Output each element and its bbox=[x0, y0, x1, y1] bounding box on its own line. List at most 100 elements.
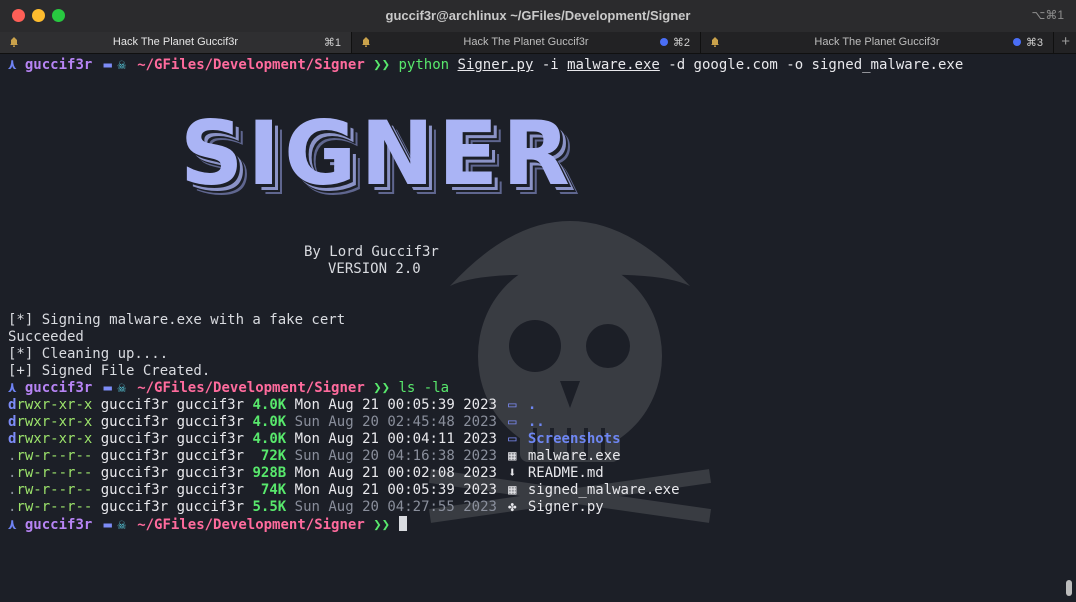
owner: guccif3r bbox=[100, 448, 169, 464]
folder-icon: ▭ bbox=[508, 414, 517, 430]
prompt-line-1: ⋏ guccif3r ▬ ☠ ~/GFiles/Development/Signe… bbox=[8, 57, 963, 74]
activity-dot-icon bbox=[1013, 38, 1021, 46]
tab-2-label: Hack The Planet Guccif3r bbox=[463, 36, 589, 48]
listing-row: drwxr-xr-x guccif3r guccif3r 4.0K Mon Au… bbox=[8, 397, 536, 414]
tab-bar: Hack The Planet Guccif3r ⌘1 Hack The Pla… bbox=[0, 32, 1076, 54]
scrollbar-thumb[interactable] bbox=[1066, 580, 1072, 596]
file-name[interactable]: .. bbox=[528, 414, 545, 430]
file-size: 4.0K bbox=[252, 414, 287, 430]
file-size: 4.0K bbox=[252, 397, 287, 413]
owner: guccif3r bbox=[100, 397, 169, 413]
prompt-user: guccif3r bbox=[24, 57, 93, 73]
modified-date: Mon Aug 21 00:04:11 2023 bbox=[294, 431, 497, 447]
listing-row: .rw-r--r-- guccif3r guccif3r 74K Mon Aug… bbox=[8, 482, 680, 499]
output-line-2: Succeeded bbox=[8, 329, 84, 345]
owner: guccif3r bbox=[100, 465, 169, 481]
skull-icon: ☠ bbox=[117, 57, 126, 73]
banner-version: VERSION 2.0 bbox=[328, 261, 421, 277]
prompt-arrows: ❯❯ bbox=[373, 57, 391, 73]
permissions: rw-r--r-- bbox=[16, 499, 93, 515]
file-name[interactable]: . bbox=[528, 397, 536, 413]
folder-open-icon: ▬ bbox=[103, 517, 112, 533]
folder-icon: ▭ bbox=[508, 431, 517, 447]
prompt-line-3[interactable]: ⋏ guccif3r ▬ ☠ ~/GFiles/Development/Signe… bbox=[8, 516, 407, 533]
permissions: rwxr-xr-x bbox=[16, 414, 93, 430]
skull-icon: ☠ bbox=[117, 380, 126, 396]
modified-date: Sun Aug 20 04:27:55 2023 bbox=[294, 499, 497, 515]
prompt-path: ~/GFiles/Development/Signer bbox=[137, 380, 365, 396]
permissions: rwxr-xr-x bbox=[16, 397, 93, 413]
modified-date: Sun Aug 20 02:45:48 2023 bbox=[294, 414, 497, 430]
output-line-1: [*] Signing malware.exe with a fake cert bbox=[8, 312, 346, 328]
file-name[interactable]: README.md bbox=[528, 465, 604, 481]
command-args: -d google.com -o signed_malware.exe bbox=[668, 57, 964, 73]
group: guccif3r bbox=[176, 499, 245, 515]
prompt-arrows: ❯❯ bbox=[373, 380, 391, 396]
file-size: 74K bbox=[260, 482, 287, 498]
prompt-path: ~/GFiles/Development/Signer bbox=[137, 517, 365, 533]
window-shortcut: ⌥⌘1 bbox=[1031, 8, 1064, 22]
arch-lambda-icon: ⋏ bbox=[8, 517, 17, 533]
tab-1-label: Hack The Planet Guccif3r bbox=[112, 36, 239, 48]
tab-2-shortcut: ⌘2 bbox=[672, 37, 690, 49]
listing-row: .rw-r--r-- guccif3r guccif3r 72K Sun Aug… bbox=[8, 448, 621, 465]
ascii-banner: SIGNER bbox=[180, 102, 574, 205]
tab-1-shortcut: ⌘1 bbox=[323, 37, 341, 49]
file-size: 4.0K bbox=[252, 431, 287, 447]
file-size: 5.5K bbox=[252, 499, 287, 515]
arch-lambda-icon: ⋏ bbox=[8, 380, 17, 396]
windows-icon: ▦ bbox=[508, 482, 517, 498]
tab-3[interactable]: Hack The Planet Guccif3r ⌘3 bbox=[701, 32, 1054, 53]
file-name[interactable]: malware.exe bbox=[528, 448, 621, 464]
activity-dot-icon bbox=[660, 38, 668, 46]
modified-date: Mon Aug 21 00:05:39 2023 bbox=[294, 482, 497, 498]
folder-icon: ▭ bbox=[508, 397, 517, 413]
group: guccif3r bbox=[176, 431, 245, 447]
group: guccif3r bbox=[176, 465, 245, 481]
tab-3-shortcut: ⌘3 bbox=[1025, 37, 1043, 49]
folder-open-icon: ▬ bbox=[103, 380, 112, 396]
python-icon: ✤ bbox=[508, 499, 517, 515]
tab-1[interactable]: Hack The Planet Guccif3r ⌘1 bbox=[0, 32, 352, 53]
owner: guccif3r bbox=[100, 431, 169, 447]
skull-icon: ☠ bbox=[117, 517, 126, 533]
file-name[interactable]: Screenshots bbox=[528, 431, 621, 447]
owner: guccif3r bbox=[100, 499, 169, 515]
prompt-line-2: ⋏ guccif3r ▬ ☠ ~/GFiles/Development/Signe… bbox=[8, 380, 449, 397]
owner: guccif3r bbox=[100, 482, 169, 498]
tab-3-label: Hack The Planet Guccif3r bbox=[814, 36, 940, 48]
terminal-output[interactable]: ⋏ guccif3r ▬ ☠ ~/GFiles/Development/Signe… bbox=[0, 54, 1066, 602]
new-tab-button[interactable]: + bbox=[1061, 33, 1070, 50]
permissions: rw-r--r-- bbox=[16, 448, 93, 464]
prompt-path: ~/GFiles/Development/Signer bbox=[137, 57, 365, 73]
permissions: rw-r--r-- bbox=[16, 465, 93, 481]
file-size: 72K bbox=[260, 448, 287, 464]
listing-row: drwxr-xr-x guccif3r guccif3r 4.0K Sun Au… bbox=[8, 414, 545, 431]
modified-date: Mon Aug 21 00:05:39 2023 bbox=[294, 397, 497, 413]
prompt-arrows: ❯❯ bbox=[373, 517, 391, 533]
file-name[interactable]: signed_malware.exe bbox=[528, 482, 680, 498]
text-cursor bbox=[398, 516, 407, 531]
group: guccif3r bbox=[176, 482, 245, 498]
owner: guccif3r bbox=[100, 414, 169, 430]
file-name[interactable]: Signer.py bbox=[528, 499, 604, 515]
download-icon: ⬇ bbox=[508, 465, 517, 481]
group: guccif3r bbox=[176, 448, 245, 464]
windows-icon: ▦ bbox=[508, 448, 517, 464]
permissions: rwxr-xr-x bbox=[16, 431, 93, 447]
prompt-user: guccif3r bbox=[24, 517, 93, 533]
folder-open-icon: ▬ bbox=[103, 57, 112, 73]
title-bar: guccif3r@archlinux ~/GFiles/Development/… bbox=[0, 0, 1076, 33]
permissions: rw-r--r-- bbox=[16, 482, 93, 498]
window-title: guccif3r@archlinux ~/GFiles/Development/… bbox=[385, 8, 691, 23]
tab-2[interactable]: Hack The Planet Guccif3r ⌘2 bbox=[352, 32, 701, 53]
command-input-file: malware.exe bbox=[567, 57, 660, 73]
listing-row: drwxr-xr-x guccif3r guccif3r 4.0K Mon Au… bbox=[8, 431, 621, 448]
prompt-user: guccif3r bbox=[24, 380, 93, 396]
modified-date: Sun Aug 20 04:16:38 2023 bbox=[294, 448, 497, 464]
banner-author: By Lord Guccif3r bbox=[304, 244, 439, 260]
command-script: Signer.py bbox=[457, 57, 534, 73]
output-line-4: [+] Signed File Created. bbox=[8, 363, 211, 379]
file-size: 928B bbox=[252, 465, 287, 481]
group: guccif3r bbox=[176, 414, 245, 430]
